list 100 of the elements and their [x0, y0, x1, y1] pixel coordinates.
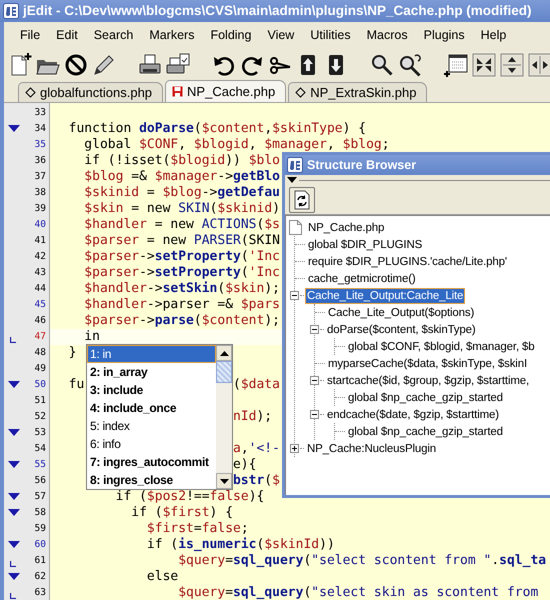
- line-number: 36: [34, 154, 46, 168]
- code-line: $blog =& $manager->getBlo: [83, 169, 280, 185]
- code-line: if (is_numeric($skinId)): [146, 537, 335, 553]
- tree-item[interactable]: global $np_cache_gzip_started: [346, 390, 505, 406]
- completion-item[interactable]: 2: in_array: [87, 363, 216, 381]
- menu-item[interactable]: Help: [472, 26, 514, 44]
- tree-item[interactable]: Cache_Lite_Output($options): [326, 304, 476, 320]
- fold-triangle-icon[interactable]: [8, 125, 20, 133]
- collapse-icon[interactable]: [310, 376, 319, 385]
- tree-item[interactable]: global $CONF, $blogid, $manager, $b: [346, 338, 537, 354]
- line-number: 58: [34, 506, 46, 520]
- line-number: 49: [34, 362, 46, 376]
- menu-item[interactable]: Macros: [358, 26, 416, 44]
- collapse-arrows-icon[interactable]: [472, 52, 496, 76]
- menu-item[interactable]: Edit: [48, 26, 86, 44]
- code-line: nId);: [232, 409, 272, 425]
- search-icon[interactable]: [370, 52, 394, 76]
- line-number: 50: [34, 378, 46, 392]
- menu-item[interactable]: Search: [86, 26, 142, 44]
- completion-item[interactable]: 4: include_once: [87, 399, 216, 417]
- fold-triangle-icon[interactable]: [8, 573, 20, 581]
- menu-item[interactable]: File: [12, 26, 48, 44]
- scrollbar[interactable]: [216, 345, 232, 489]
- pencil-icon[interactable]: [92, 52, 116, 76]
- fold-triangle-icon[interactable]: [8, 493, 20, 501]
- window-icon[interactable]: [444, 52, 468, 76]
- horizontal-arrows-icon[interactable]: [528, 52, 550, 76]
- tree-item[interactable]: startcache($id, $group, $gzip, $starttime,: [325, 372, 532, 388]
- tree-item[interactable]: myparseCache($data, $skinType, $skinI: [326, 356, 529, 372]
- tree-item[interactable]: require $DIR_PLUGINS.'cache/Lite.php': [306, 254, 509, 270]
- tree-item[interactable]: global $np_cache_gzip_started: [346, 424, 505, 440]
- up-triangle-icon: [220, 350, 228, 356]
- tree-item[interactable]: cache_getmicrotime(): [306, 270, 418, 286]
- dock-menu-icon[interactable]: [287, 177, 297, 183]
- scroll-thumb[interactable]: [216, 361, 232, 383]
- vertical-arrows-icon[interactable]: [500, 52, 524, 76]
- completion-item[interactable]: 1: in: [87, 345, 216, 363]
- tree-item[interactable]: Cache_Lite_Output:Cache_Lite: [305, 288, 466, 304]
- completion-item[interactable]: 6: info: [87, 435, 216, 453]
- search-again-icon[interactable]: [398, 52, 422, 76]
- editor-tab[interactable]: NP_ExtraSkin.php: [288, 82, 428, 102]
- tree-item[interactable]: endcache($date, $gzip, $starttime): [325, 406, 501, 422]
- code-line: $skinid = $blog->getDefau: [83, 185, 280, 201]
- menu-item[interactable]: Utilities: [302, 26, 359, 44]
- collapse-icon[interactable]: [290, 291, 299, 300]
- line-number: 34: [34, 122, 46, 136]
- printer-icon[interactable]: [138, 52, 162, 76]
- scroll-up-button[interactable]: [216, 345, 232, 361]
- line-number: 40: [34, 218, 46, 232]
- collapse-icon[interactable]: [310, 410, 319, 419]
- code-line: global $CONF, $blogid, $manager, $blog;: [83, 137, 390, 153]
- line-number: 37: [34, 170, 46, 184]
- refresh-button[interactable]: [289, 186, 315, 212]
- code-line: a,'<!-: [232, 441, 280, 457]
- fold-triangle-icon[interactable]: [8, 509, 20, 517]
- tree-item[interactable]: global $DIR_PLUGINS: [306, 236, 424, 252]
- tree-item[interactable]: NP_Cache.php: [306, 220, 386, 236]
- fold-triangle-icon[interactable]: [8, 541, 20, 549]
- tree-item[interactable]: doParse($content, $skinType): [325, 322, 478, 338]
- code-line: $skin = new SKIN($skinid): [83, 201, 280, 217]
- completion-item[interactable]: 8: ingres_close: [87, 471, 216, 489]
- line-number: 57: [34, 490, 46, 504]
- menu-item[interactable]: Markers: [141, 26, 202, 44]
- print-preview-icon[interactable]: [166, 52, 190, 76]
- menu-item[interactable]: Plugins: [416, 26, 473, 44]
- editor-tab[interactable]: globalfunctions.php: [18, 82, 164, 102]
- expand-icon[interactable]: [290, 444, 299, 453]
- line-number: 42: [34, 250, 46, 264]
- code-line: $handler = new ACTIONS($s: [83, 217, 280, 233]
- fold-triangle-icon[interactable]: [8, 429, 20, 437]
- line-number: 43: [34, 266, 46, 280]
- menu-item[interactable]: View: [259, 26, 302, 44]
- tree-item[interactable]: NP_Cache:NucleusPlugin: [305, 440, 438, 456]
- line-number: 48: [34, 346, 46, 360]
- completion-item[interactable]: 7: ingres_autocommit: [87, 453, 216, 471]
- line-number: 33: [34, 106, 46, 120]
- fold-triangle-icon[interactable]: [8, 461, 20, 469]
- code-line: $first=false;: [146, 521, 249, 537]
- line-number: 61: [34, 554, 46, 568]
- completion-item[interactable]: 5: index: [87, 417, 216, 435]
- scroll-down-button[interactable]: [216, 473, 232, 489]
- code-line: $parser->parse($content);: [83, 313, 280, 329]
- code-line: $parser = new PARSER(SKIN: [83, 233, 280, 249]
- code-line: bstr($: [232, 473, 280, 489]
- collapse-icon[interactable]: [310, 325, 319, 334]
- fold-triangle-icon[interactable]: [8, 381, 20, 389]
- code-line: ($data: [233, 377, 280, 393]
- line-number: 44: [34, 282, 46, 296]
- line-number: 59: [34, 522, 46, 536]
- line-number: 52: [34, 410, 46, 424]
- code-line: function doParse($content,$skinType) {: [68, 121, 366, 137]
- no-entry-icon[interactable]: [64, 52, 88, 76]
- code-line: if ($pos2!==false){: [114, 489, 264, 505]
- line-number: 60: [34, 538, 46, 552]
- completion-item[interactable]: 3: include: [87, 381, 216, 399]
- code-line: if (!isset($blogid)) $blo: [83, 153, 280, 169]
- editor-tab[interactable]: NP_Cache.php: [165, 80, 286, 102]
- line-number: 53: [34, 426, 46, 440]
- code-line: in: [83, 329, 100, 345]
- menu-item[interactable]: Folding: [202, 26, 260, 44]
